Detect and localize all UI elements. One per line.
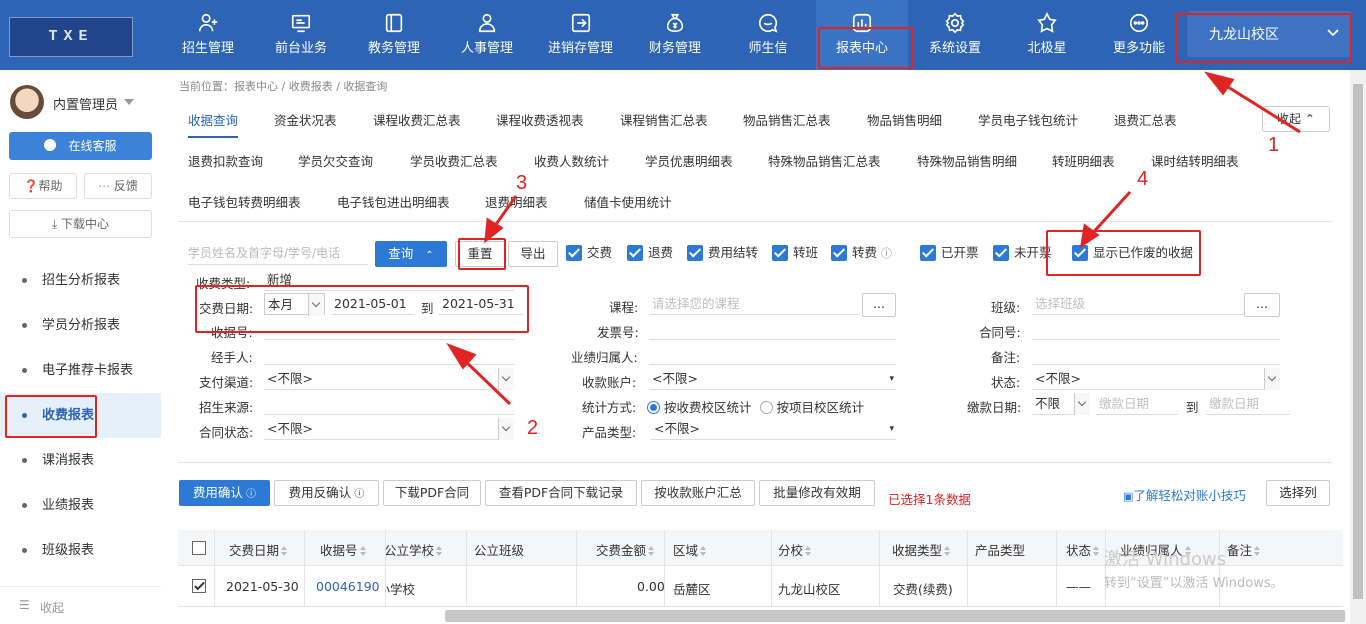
annotation-arrows xyxy=(446,71,1301,406)
annotation-number-1: 1 xyxy=(1268,134,1280,156)
annotation-number-2: 2 xyxy=(527,417,539,439)
annotation-number-3: 3 xyxy=(516,172,528,194)
annotation-number-4: 4 xyxy=(1137,168,1149,190)
